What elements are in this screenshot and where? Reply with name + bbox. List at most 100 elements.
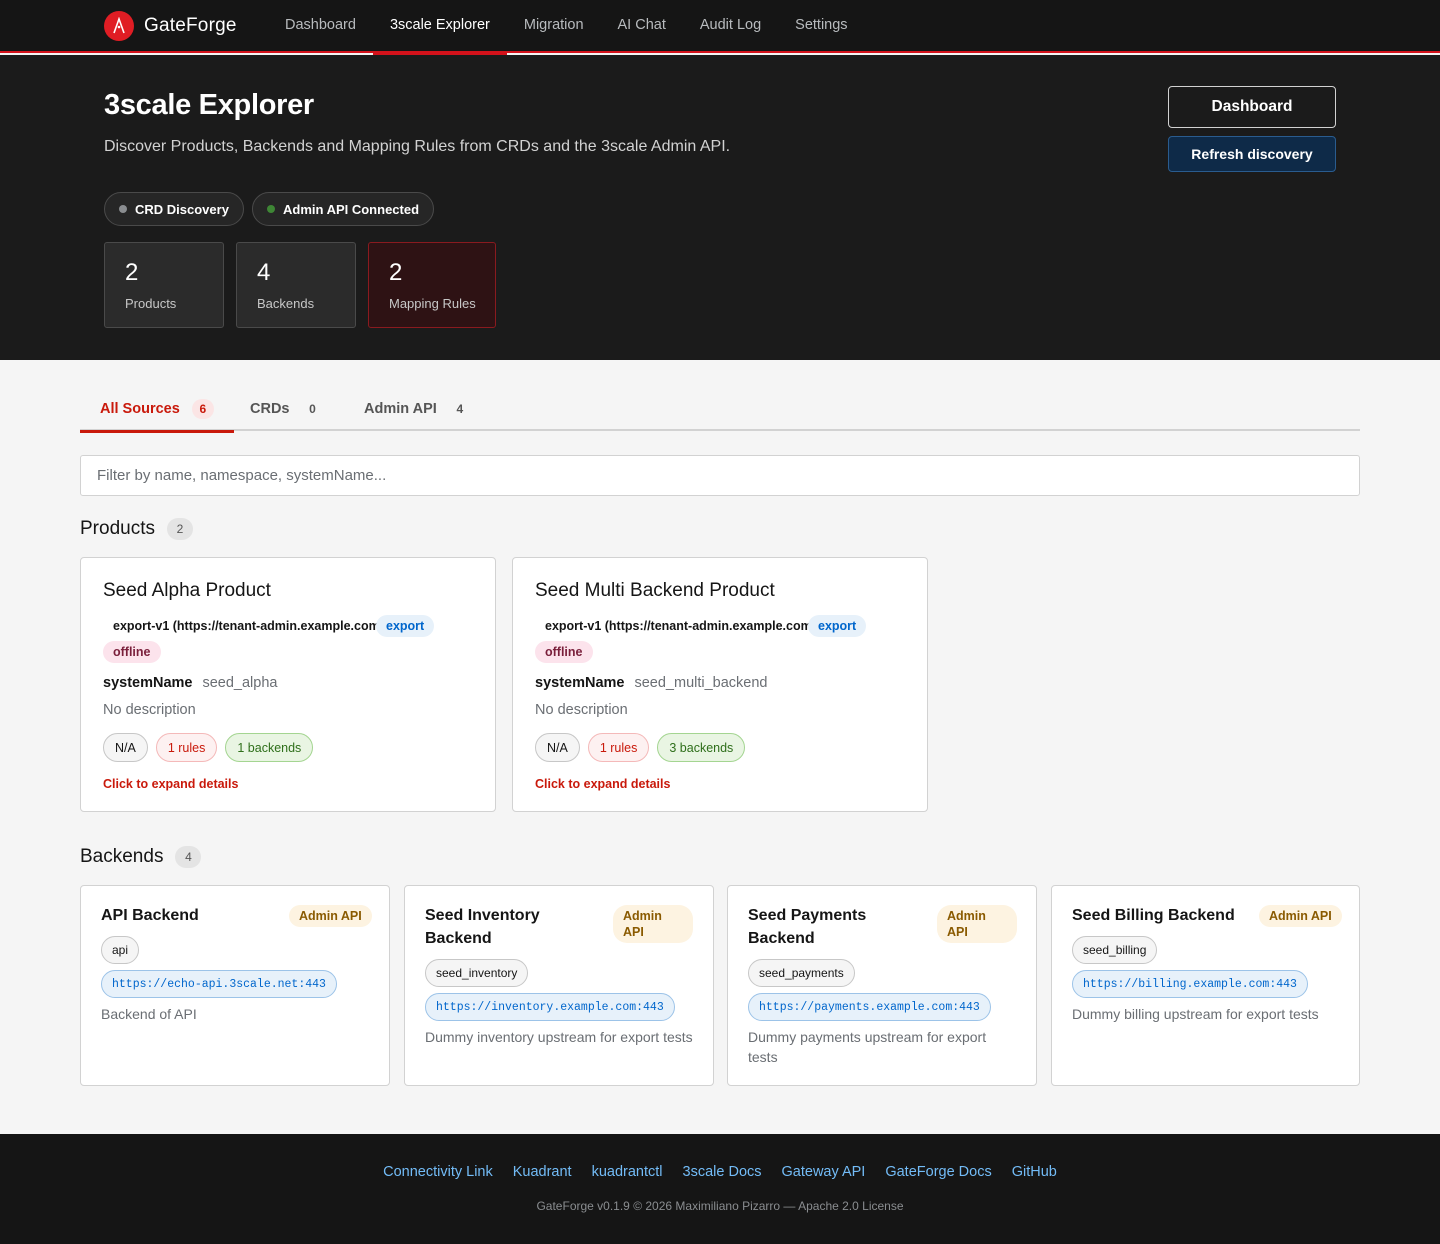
section-count: 2 [166, 518, 193, 540]
page-title: 3scale Explorer [104, 89, 314, 121]
footer-link-gateforge-docs[interactable]: GateForge Docs [885, 1164, 991, 1180]
stat-value: 4 [257, 259, 271, 286]
admin-api-badge: Admin API [1259, 905, 1342, 927]
backend-description: Dummy payments upstream for export tests [748, 1029, 987, 1065]
tab-label: All Sources [100, 400, 180, 417]
state-badge: offline [535, 641, 593, 663]
backend-description: Dummy billing upstream for export tests [1072, 1006, 1319, 1022]
section-title: Backends [80, 846, 164, 867]
backend-card[interactable]: API Backend Admin API api https://echo-a… [80, 885, 390, 1086]
backends-chip: 3 backends [657, 733, 746, 762]
backend-description: Backend of API [101, 1006, 197, 1022]
backend-url: https://echo-api.3scale.net:443 [101, 970, 337, 998]
footer-link-github[interactable]: GitHub [1012, 1164, 1057, 1180]
backends-heading: Backends 4 [80, 846, 202, 868]
footer-link-kuadrantctl[interactable]: kuadrantctl [592, 1164, 663, 1180]
system-name-chip: seed_inventory [425, 959, 529, 987]
na-chip: N/A [103, 733, 148, 762]
status-dot-icon [267, 205, 275, 213]
product-description: No description [535, 702, 628, 718]
state-badge: offline [103, 641, 161, 663]
system-name-value: seed_multi_backend [634, 675, 768, 691]
dashboard-button[interactable]: Dashboard [1168, 86, 1336, 128]
tab-crds[interactable]: CRDs 0 [250, 386, 323, 431]
product-title: Seed Alpha Product [103, 580, 271, 601]
tab-admin-api[interactable]: Admin API 4 [364, 386, 471, 431]
status-label: CRD Discovery [135, 201, 229, 217]
tab-label: CRDs [250, 400, 290, 417]
product-card[interactable]: Seed Alpha Product export-v1 (https://te… [80, 557, 496, 812]
product-card[interactable]: Seed Multi Backend Product export-v1 (ht… [512, 557, 928, 812]
filter-input[interactable] [80, 455, 1360, 496]
nav-item-ai-chat[interactable]: AI Chat [601, 0, 683, 53]
stat-label: Mapping Rules [389, 296, 476, 311]
status-label: Admin API Connected [283, 201, 420, 217]
product-chips: N/A 1 rules 1 backends [103, 733, 314, 762]
backend-card[interactable]: Seed Payments Backend Admin API seed_pay… [727, 885, 1037, 1086]
backend-title: Seed Billing Backend [1072, 907, 1235, 924]
backend-title: Seed Payments Backend [748, 907, 867, 947]
nav-item-audit-log[interactable]: Audit Log [683, 0, 778, 53]
section-count: 4 [175, 846, 202, 868]
status-dot-icon [119, 205, 127, 213]
admin-api-badge: Admin API [937, 905, 1017, 943]
footer-link-connectivity-link[interactable]: Connectivity Link [383, 1164, 493, 1180]
tab-label: Admin API [364, 400, 437, 417]
brand[interactable]: GateForge [104, 11, 237, 41]
nav-item-migration[interactable]: Migration [507, 0, 601, 53]
section-title: Products [80, 518, 155, 539]
backend-url: https://inventory.example.com:443 [425, 993, 675, 1021]
system-name-label: systemName [103, 675, 193, 691]
source-badge: export-v1 (https://tenant-admin.example.… [113, 619, 384, 633]
backend-url: https://payments.example.com:443 [748, 993, 991, 1021]
admin-api-badge: Admin API [613, 905, 693, 943]
products-heading: Products 2 [80, 518, 193, 540]
na-chip: N/A [535, 733, 580, 762]
backend-title: API Backend [101, 907, 199, 924]
backend-url: https://billing.example.com:443 [1072, 970, 1308, 998]
nav-item-dashboard[interactable]: Dashboard [268, 0, 373, 53]
stat-value: 2 [389, 259, 403, 286]
footer: Connectivity Link Kuadrant kuadrantctl 3… [0, 1134, 1440, 1244]
nav-menu: Dashboard 3scale Explorer Migration AI C… [268, 0, 865, 55]
crd-discovery-status: CRD Discovery [104, 192, 244, 226]
product-chips: N/A 1 rules 3 backends [535, 733, 746, 762]
backends-chip: 1 backends [225, 733, 314, 762]
system-name-row: systemName seed_multi_backend [535, 675, 768, 691]
footer-link-kuadrant[interactable]: Kuadrant [513, 1164, 572, 1180]
system-name-chip: seed_billing [1072, 936, 1158, 964]
product-description: No description [103, 702, 196, 718]
system-name-row: systemName seed_alpha [103, 675, 277, 691]
system-name-chip: seed_payments [748, 959, 855, 987]
system-name-chip: api [101, 936, 140, 964]
nav-item-settings[interactable]: Settings [778, 0, 864, 53]
export-badge: export [376, 615, 435, 637]
tab-all-sources[interactable]: All Sources 6 [80, 386, 234, 433]
nav-item-3scale-explorer[interactable]: 3scale Explorer [372, 0, 507, 55]
source-badge: export-v1 (https://tenant-admin.example.… [545, 619, 816, 633]
footer-copyright: GateForge v0.1.9 © 2026 Maximiliano Piza… [536, 1199, 904, 1213]
backend-card[interactable]: Seed Billing Backend Admin API seed_bill… [1051, 885, 1360, 1086]
expand-details-link[interactable]: Click to expand details [535, 777, 670, 791]
backend-description: Dummy inventory upstream for export test… [425, 1029, 693, 1045]
brand-name: GateForge [144, 15, 237, 36]
footer-link-3scale-docs[interactable]: 3scale Docs [683, 1164, 762, 1180]
backend-title: Seed Inventory Backend [425, 907, 540, 947]
footer-link-gateway-api[interactable]: Gateway API [782, 1164, 866, 1180]
gateforge-logo-icon [104, 11, 134, 41]
source-tabs: All Sources 6 CRDs 0 Admin API 4 [80, 386, 1360, 433]
refresh-discovery-button[interactable]: Refresh discovery [1168, 136, 1336, 172]
tab-count: 6 [191, 398, 214, 419]
tab-count: 4 [456, 401, 464, 416]
tab-count: 0 [309, 401, 316, 416]
admin-api-badge: Admin API [289, 905, 372, 927]
expand-details-link[interactable]: Click to expand details [103, 777, 238, 791]
rules-chip: 1 rules [587, 733, 650, 762]
system-name-value: seed_alpha [202, 675, 278, 691]
stat-label: Backends [257, 296, 315, 311]
top-navigation: GateForge Dashboard 3scale Explorer Migr… [0, 0, 1440, 55]
page-subtitle: Discover Products, Backends and Mapping … [104, 138, 731, 155]
backend-card[interactable]: Seed Inventory Backend Admin API seed_in… [404, 885, 714, 1086]
product-title: Seed Multi Backend Product [535, 580, 775, 601]
stat-value: 2 [125, 259, 139, 286]
